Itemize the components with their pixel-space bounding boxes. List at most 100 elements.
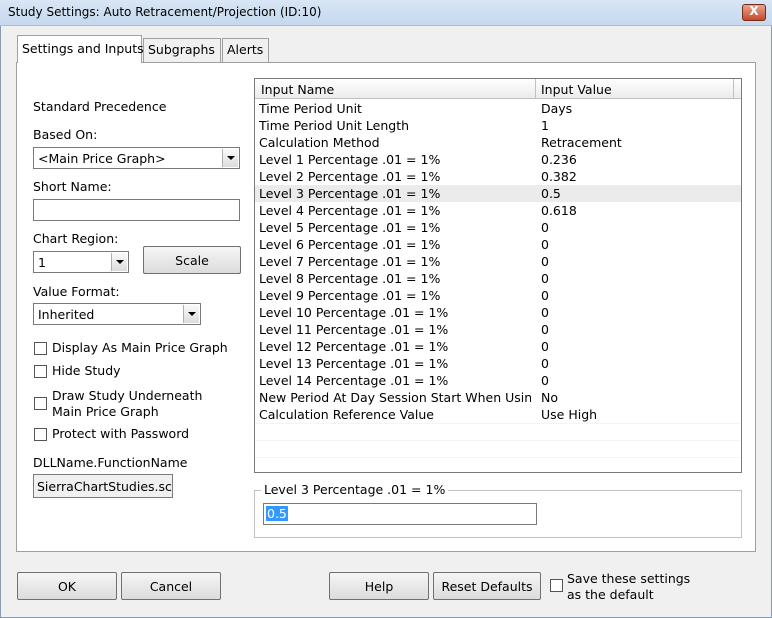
table-header: Input Name Input Value (255, 79, 741, 99)
input-value-cell[interactable]: 0 (541, 254, 549, 269)
standard-precedence-label: Standard Precedence (33, 99, 167, 114)
input-name-cell: Level 14 Percentage .01 = 1% (259, 373, 449, 388)
input-value-text: 0.5 (266, 506, 288, 521)
draw-underneath-checkbox[interactable] (34, 397, 47, 410)
input-value-cell[interactable]: 0.382 (541, 169, 577, 184)
cancel-button[interactable]: Cancel (121, 572, 221, 600)
value-format-value: Inherited (38, 307, 95, 322)
draw-underneath-label-line1: Draw Study Underneath (52, 388, 203, 403)
table-row[interactable]: Level 9 Percentage .01 = 1% 0 (255, 287, 741, 304)
input-value-cell[interactable]: 0 (541, 356, 549, 371)
input-name-cell: Level 4 Percentage .01 = 1% (259, 203, 441, 218)
input-value-field[interactable]: 0.5 (263, 503, 537, 525)
inputs-table[interactable]: Input Name Input Value Time Period Unit D… (254, 78, 742, 473)
input-name-cell: Level 12 Percentage .01 = 1% (259, 339, 449, 354)
dll-name-label: DLLName.FunctionName (33, 455, 188, 470)
chevron-down-icon[interactable] (183, 305, 199, 323)
save-default-label-line1: Save these settings (567, 571, 691, 586)
table-row[interactable]: Level 6 Percentage .01 = 1% 0 (255, 236, 741, 253)
draw-underneath-label-line2: Main Price Graph (52, 404, 159, 419)
table-row[interactable]: Level 12 Percentage .01 = 1% 0 (255, 338, 741, 355)
input-name-cell: Level 2 Percentage .01 = 1% (259, 169, 441, 184)
scale-button-label: Scale (175, 253, 209, 268)
hide-study-label: Hide Study (52, 363, 121, 378)
table-row[interactable]: Calculation Reference Value Use High (255, 406, 741, 423)
reset-defaults-button-label: Reset Defaults (441, 579, 533, 594)
input-name-cell: Time Period Unit (259, 101, 362, 116)
input-name-cell: Time Period Unit Length (259, 118, 410, 133)
table-row[interactable]: Calculation Method Retracement (255, 134, 741, 151)
input-name-cell: Calculation Method (259, 135, 380, 150)
display-main-checkbox[interactable] (34, 342, 47, 355)
value-format-select[interactable]: Inherited (33, 303, 201, 325)
column-header-input-name[interactable]: Input Name (261, 82, 334, 97)
input-editor-group: Level 3 Percentage .01 = 1% 0.5 (254, 482, 742, 538)
input-value-cell[interactable]: 1 (541, 118, 549, 133)
input-value-cell[interactable]: 0 (541, 271, 549, 286)
input-value-cell[interactable]: 0 (541, 288, 549, 303)
table-row[interactable]: Level 5 Percentage .01 = 1% 0 (255, 219, 741, 236)
table-row[interactable]: Level 13 Percentage .01 = 1% 0 (255, 355, 741, 372)
short-name-input[interactable] (33, 199, 240, 221)
input-value-cell[interactable]: 0 (541, 237, 549, 252)
input-value-cell[interactable]: 0.5 (541, 186, 561, 201)
table-row[interactable]: Level 7 Percentage .01 = 1% 0 (255, 253, 741, 270)
column-divider[interactable] (733, 79, 734, 98)
input-value-cell[interactable]: 0 (541, 220, 549, 235)
chart-region-select[interactable]: 1 (33, 251, 129, 273)
save-default-checkbox[interactable] (550, 579, 563, 592)
dll-name-value: SierraChartStudies.scs (37, 479, 173, 494)
input-value-cell[interactable]: Retracement (541, 135, 622, 150)
table-row[interactable]: Level 4 Percentage .01 = 1% 0.618 (255, 202, 741, 219)
column-divider[interactable] (535, 79, 536, 98)
short-name-label: Short Name: (33, 179, 112, 194)
table-row[interactable]: New Period At Day Session Start When Usi… (255, 389, 741, 406)
input-name-cell: Level 9 Percentage .01 = 1% (259, 288, 441, 303)
input-value-cell[interactable]: Days (541, 101, 572, 116)
table-row[interactable]: Time Period Unit Days (255, 100, 741, 117)
input-value-cell[interactable]: No (541, 390, 558, 405)
input-value-cell[interactable]: 0 (541, 339, 549, 354)
input-value-cell[interactable]: 0 (541, 322, 549, 337)
ok-button[interactable]: OK (17, 572, 117, 600)
cancel-button-label: Cancel (149, 579, 193, 594)
based-on-label: Based On: (33, 127, 98, 142)
input-name-cell: Level 6 Percentage .01 = 1% (259, 237, 441, 252)
table-row[interactable]: Level 8 Percentage .01 = 1% 0 (255, 270, 741, 287)
input-value-cell[interactable]: 0.236 (541, 152, 577, 167)
scale-button[interactable]: Scale (143, 246, 241, 274)
chevron-down-icon[interactable] (222, 149, 238, 167)
table-row[interactable]: Level 14 Percentage .01 = 1% 0 (255, 372, 741, 389)
input-value-cell[interactable]: 0 (541, 373, 549, 388)
input-name-cell: Calculation Reference Value (259, 407, 434, 422)
reset-defaults-button[interactable]: Reset Defaults (433, 572, 541, 600)
input-value-cell[interactable]: 0.618 (541, 203, 577, 218)
protect-password-label: Protect with Password (52, 426, 190, 441)
ok-button-label: OK (57, 579, 77, 594)
table-row[interactable]: Level 10 Percentage .01 = 1% 0 (255, 304, 741, 321)
table-row[interactable]: Level 3 Percentage .01 = 1% 0.5 (255, 185, 741, 202)
input-name-cell: Level 13 Percentage .01 = 1% (259, 356, 449, 371)
input-name-cell: New Period At Day Session Start When Usi… (259, 390, 531, 405)
hide-study-checkbox[interactable] (34, 365, 47, 378)
column-header-input-value[interactable]: Input Value (541, 82, 612, 97)
input-value-cell[interactable]: Use High (541, 407, 597, 422)
protect-password-checkbox[interactable] (34, 428, 47, 441)
table-row[interactable]: Time Period Unit Length 1 (255, 117, 741, 134)
input-name-cell: Level 3 Percentage .01 = 1% (259, 186, 441, 201)
dll-name-field: SierraChartStudies.scs (33, 474, 173, 498)
based-on-select[interactable]: <Main Price Graph> (33, 147, 240, 169)
save-default-label-line2: as the default (567, 587, 654, 602)
input-name-cell: Level 5 Percentage .01 = 1% (259, 220, 441, 235)
table-row[interactable]: Level 11 Percentage .01 = 1% 0 (255, 321, 741, 338)
input-value-cell[interactable]: 0 (541, 305, 549, 320)
help-button[interactable]: Help (329, 572, 429, 600)
input-name-cell: Level 7 Percentage .01 = 1% (259, 254, 441, 269)
table-row[interactable]: Level 1 Percentage .01 = 1% 0.236 (255, 151, 741, 168)
chevron-down-icon[interactable] (111, 253, 127, 271)
table-row[interactable]: Level 2 Percentage .01 = 1% 0.382 (255, 168, 741, 185)
input-name-cell: Level 1 Percentage .01 = 1% (259, 152, 441, 167)
input-name-cell: Level 11 Percentage .01 = 1% (259, 322, 449, 337)
display-main-label: Display As Main Price Graph (52, 340, 228, 355)
input-editor-label: Level 3 Percentage .01 = 1% (261, 482, 449, 497)
